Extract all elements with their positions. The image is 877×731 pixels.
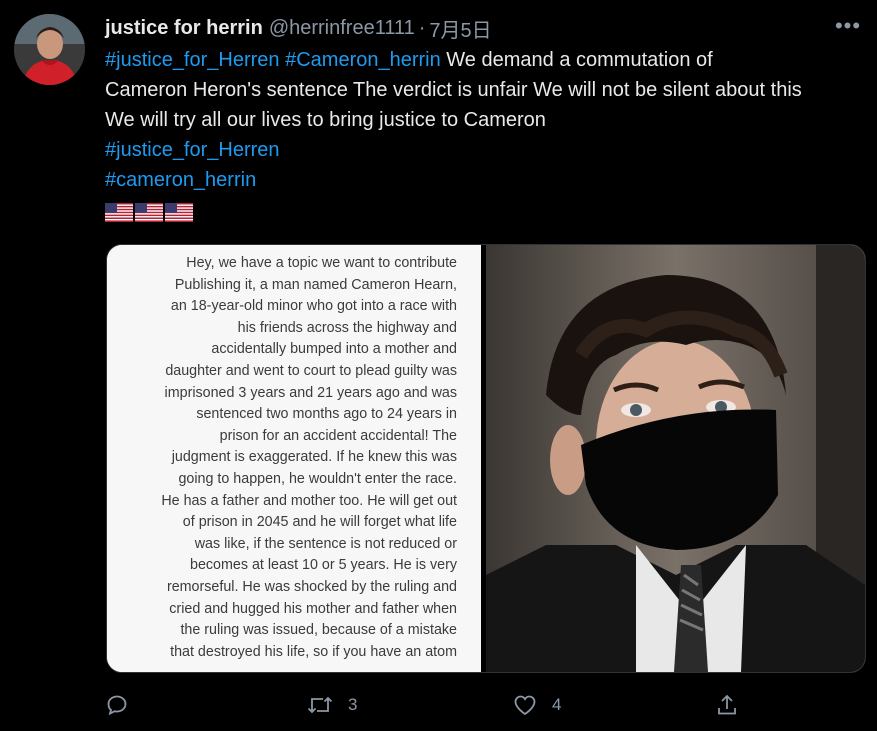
tweet-line: #justice_for_Herren #Cameron_herrin We d… bbox=[105, 45, 865, 75]
tweet-line: #justice_for_Herren bbox=[105, 135, 865, 165]
tweet-date[interactable]: 7月5日 bbox=[429, 14, 491, 43]
share-button[interactable] bbox=[715, 689, 753, 721]
image-text-line: judgment is exaggerated. If he knew this… bbox=[171, 449, 457, 466]
image-text-line: Publishing it, a man named Cameron Hearn… bbox=[174, 276, 457, 293]
display-name[interactable]: justice for herrin bbox=[105, 17, 263, 40]
user-handle[interactable]: @herrinfree1111 bbox=[269, 17, 415, 40]
tweet-line: Cameron Heron's sentence The verdict is … bbox=[105, 79, 802, 101]
image-text-line: He has a father and mother too. He will … bbox=[161, 492, 457, 509]
image-text-line: accidentally bumped into a mother and bbox=[211, 341, 457, 358]
retweet-count: 3 bbox=[348, 695, 358, 714]
image-text-line: remorseful. He was shocked by the ruling… bbox=[166, 578, 457, 595]
image-text-line: cried and hugged his mother and father w… bbox=[169, 600, 457, 617]
hashtag-link[interactable]: #justice_for_Herren bbox=[105, 49, 280, 71]
tweet-header: justice for herrin @herrinfree1111 · 7月5… bbox=[105, 14, 857, 42]
reply-button[interactable] bbox=[105, 689, 143, 721]
portrait-photo[interactable] bbox=[486, 245, 865, 672]
us-flag-icon bbox=[165, 203, 193, 222]
us-flag-icon bbox=[105, 203, 133, 222]
heart-icon bbox=[514, 695, 536, 716]
image-text-line: sentenced two months ago to 24 years in bbox=[196, 406, 457, 423]
tweet-media[interactable]: Hey, we have a topic we want to contribu… bbox=[106, 244, 866, 673]
retweet-icon bbox=[307, 696, 333, 714]
hashtag-link[interactable]: #Cameron_herrin bbox=[285, 49, 441, 71]
text-screenshot-image[interactable]: Hey, we have a topic we want to contribu… bbox=[107, 245, 481, 672]
image-text-line: an 18-year-old minor who got into a race… bbox=[170, 298, 457, 315]
hashtag-link[interactable]: #cameron_herrin bbox=[105, 169, 256, 191]
us-flag-icon bbox=[135, 203, 163, 222]
image-text-line: his friends across the highway and bbox=[237, 319, 457, 336]
tweet-text: #justice_for_Herren #Cameron_herrin We d… bbox=[105, 45, 865, 195]
more-options-button[interactable]: ••• bbox=[833, 13, 863, 38]
retweet-button[interactable]: 3 bbox=[306, 689, 357, 721]
image-text-line: of prison in 2045 and he will forget wha… bbox=[182, 514, 457, 531]
tweet-line: We will try all our lives to bring justi… bbox=[105, 109, 546, 131]
flag-emojis bbox=[105, 203, 193, 222]
image-text-line: that destroyed his life, so if you have … bbox=[170, 643, 457, 660]
separator: · bbox=[418, 16, 426, 39]
more-icon: ••• bbox=[834, 13, 862, 38]
tweet-line-text: We demand a commutation of bbox=[440, 49, 713, 71]
image-text-line: the ruling was issued, because of a mist… bbox=[180, 622, 457, 639]
image-text-line: Hey, we have a topic we want to contribu… bbox=[186, 255, 457, 271]
like-button[interactable]: 4 bbox=[512, 689, 561, 721]
image-text-line: becomes at least 10 or 5 years. He is ve… bbox=[190, 557, 457, 574]
share-icon bbox=[718, 694, 736, 715]
image-text-line: prison for an accident accidental! The bbox=[219, 427, 457, 444]
avatar[interactable] bbox=[14, 14, 85, 85]
like-count: 4 bbox=[552, 695, 562, 714]
image-text-line: was like, if the sentence is not reduced… bbox=[194, 535, 457, 552]
tweet-line: #cameron_herrin bbox=[105, 165, 865, 195]
hashtag-link[interactable]: #justice_for_Herren bbox=[105, 139, 280, 161]
image-text-line: going to happen, he wouldn't enter the r… bbox=[178, 470, 457, 487]
tweet: justice for herrin @herrinfree1111 · 7月5… bbox=[0, 0, 877, 731]
image-text-line: daughter and went to court to plead guil… bbox=[165, 362, 457, 379]
tweet-actions: 3 4 bbox=[105, 689, 745, 721]
reply-icon bbox=[107, 695, 127, 716]
image-text-line: imprisoned 3 years and 21 years ago and … bbox=[164, 384, 457, 401]
